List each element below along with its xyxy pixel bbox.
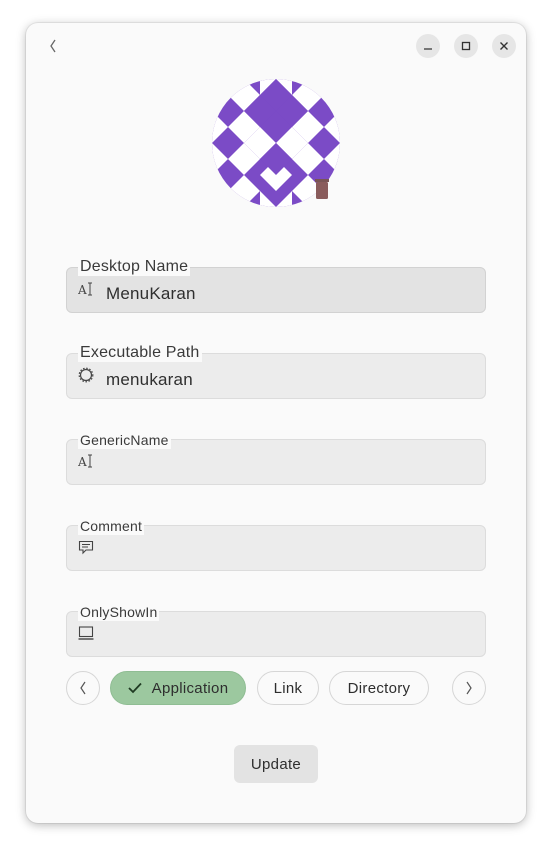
check-icon xyxy=(128,682,142,694)
only-show-in-field[interactable]: OnlyShowIn xyxy=(66,603,486,657)
svg-text:A: A xyxy=(78,455,87,469)
type-next-button[interactable] xyxy=(452,671,486,705)
update-button[interactable]: Update xyxy=(234,745,318,783)
delete-icon-button[interactable] xyxy=(312,177,332,201)
chevron-left-icon xyxy=(50,39,56,53)
type-chip-label: Application xyxy=(151,679,229,697)
comment-icon xyxy=(78,540,94,555)
type-chip-label: Directory xyxy=(347,679,411,697)
executable-path-input[interactable]: menukaran xyxy=(106,370,193,390)
minimize-button[interactable] xyxy=(416,34,440,58)
close-icon xyxy=(500,42,508,50)
desktop-name-input[interactable]: MenuKaran xyxy=(106,284,196,304)
desktop-name-field[interactable]: Desktop Name A MenuKaran xyxy=(66,258,486,313)
minimize-icon xyxy=(424,48,432,50)
chevron-left-icon xyxy=(80,681,86,695)
comment-field[interactable]: Comment xyxy=(66,517,486,571)
executable-path-label: Executable Path xyxy=(78,344,202,362)
only-show-in-label: OnlyShowIn xyxy=(78,603,160,621)
type-chip-label: Link xyxy=(273,679,303,697)
type-selector: Application Link Directory xyxy=(66,671,486,705)
monitor-icon xyxy=(78,626,94,640)
text-icon: A xyxy=(78,454,92,469)
svg-text:A: A xyxy=(78,283,87,297)
app-window: Desktop Name A MenuKaran Executable Path… xyxy=(26,23,526,823)
close-button[interactable] xyxy=(492,34,516,58)
type-chip-application[interactable]: Application xyxy=(110,671,246,705)
maximize-icon xyxy=(461,41,471,51)
chevron-right-icon xyxy=(466,681,472,695)
text-icon: A xyxy=(78,282,92,297)
back-button[interactable] xyxy=(42,35,64,57)
comment-label: Comment xyxy=(78,517,145,535)
type-prev-button[interactable] xyxy=(66,671,100,705)
desktop-name-label: Desktop Name xyxy=(78,258,191,276)
type-chip-directory[interactable]: Directory xyxy=(329,671,429,705)
executable-path-field[interactable]: Executable Path menukaran xyxy=(66,344,486,399)
generic-name-field[interactable]: GenericName A xyxy=(66,431,486,485)
trash-icon xyxy=(315,179,329,199)
maximize-button[interactable] xyxy=(454,34,478,58)
generic-name-label: GenericName xyxy=(78,431,171,449)
gear-icon xyxy=(78,367,94,383)
type-chip-link[interactable]: Link xyxy=(257,671,319,705)
